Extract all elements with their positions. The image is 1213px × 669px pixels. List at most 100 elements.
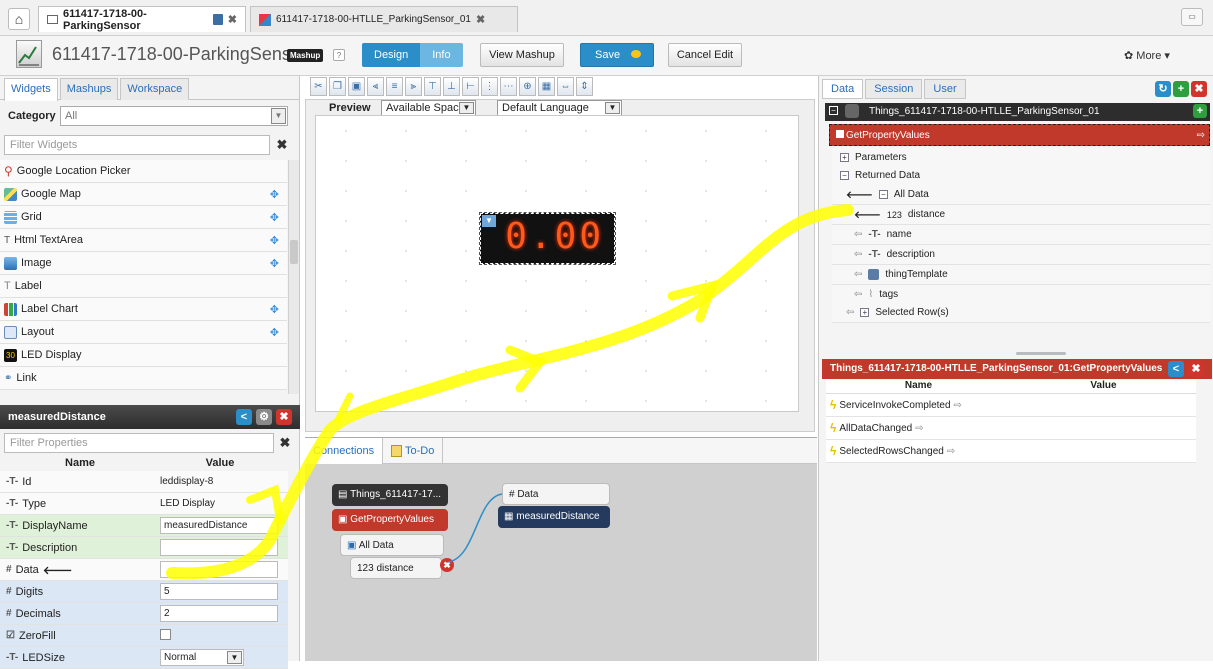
clear-filter-icon[interactable]: ✖: [277, 435, 293, 451]
distribute-v-icon[interactable]: ⋯: [500, 77, 517, 96]
tree-item-returned[interactable]: − Returned Data: [832, 166, 1210, 186]
description-field[interactable]: [160, 539, 278, 556]
table-row[interactable]: ϟ SelectedRowsChanged ⇨: [826, 440, 1196, 463]
table-row[interactable]: -T- DisplayName measuredDistance: [0, 515, 288, 537]
table-row[interactable]: -T- Description: [0, 537, 288, 559]
list-item[interactable]: ⚭ Link: [0, 367, 287, 390]
move-icon[interactable]: ✥: [270, 188, 279, 201]
tab-thing[interactable]: 611417-1718-00-HTLLE_ParkingSensor_01 ✖: [250, 6, 518, 32]
arrow-right-icon[interactable]: ⇨: [947, 446, 955, 457]
tree-item-selected[interactable]: ⇦ + Selected Row(s): [832, 303, 1210, 323]
gear-icon[interactable]: ⚙: [256, 409, 272, 425]
close-icon[interactable]: ✖: [1188, 361, 1204, 377]
expand-icon[interactable]: +: [840, 153, 849, 162]
collapse-icon[interactable]: −: [829, 106, 838, 115]
collapse-icon[interactable]: −: [878, 190, 888, 199]
tree-item-description[interactable]: ⇦ -T-description: [832, 245, 1210, 265]
refresh-icon[interactable]: ↻: [1155, 81, 1171, 97]
paste-icon[interactable]: ▣: [348, 77, 365, 96]
list-item[interactable]: Layout ✥: [0, 321, 287, 344]
collapse-icon[interactable]: [836, 130, 844, 138]
add-icon[interactable]: +: [1173, 81, 1189, 97]
tab-mashups[interactable]: Mashups: [59, 78, 119, 100]
info-button[interactable]: Info: [420, 43, 463, 67]
category-select[interactable]: All ▼: [60, 106, 288, 126]
tab-user[interactable]: User: [924, 79, 966, 99]
center-icon[interactable]: ⊕: [519, 77, 536, 96]
tab-mashup[interactable]: 611417-1718-00-ParkingSensor ✖: [38, 6, 246, 32]
align-center-icon[interactable]: ≡: [386, 77, 403, 96]
close-tab-icon[interactable]: ✖: [228, 13, 237, 26]
arrow-right-icon[interactable]: ⇨: [1197, 125, 1205, 147]
list-item[interactable]: 30 LED Display: [0, 344, 287, 367]
table-row[interactable]: -T- Id leddisplay-8: [0, 471, 288, 493]
language-select[interactable]: Default Language ▼: [497, 100, 622, 116]
tree-item-distance[interactable]: 🡐 123 distance: [832, 205, 1210, 225]
table-row[interactable]: # Digits 5: [0, 581, 288, 603]
led-display-widget[interactable]: ▼ 0.00: [479, 212, 616, 265]
table-row[interactable]: -T- Type LED Display: [0, 493, 288, 515]
more-menu[interactable]: ✿ More ▾: [1124, 49, 1170, 62]
collapse-icon[interactable]: −: [840, 171, 849, 180]
copy-icon[interactable]: ❐: [329, 77, 346, 96]
table-row[interactable]: ☑ ZeroFill: [0, 625, 288, 647]
tab-widgets[interactable]: Widgets: [4, 78, 58, 101]
tree-item-name[interactable]: ⇦ -T-name: [832, 225, 1210, 245]
arrow-right-icon[interactable]: ⇨: [954, 400, 962, 411]
arrow-left-outline-icon[interactable]: ⇦: [846, 307, 854, 318]
arrow-left-outline-icon[interactable]: ⇦: [854, 269, 862, 280]
table-row[interactable]: # Decimals 2: [0, 603, 288, 625]
arrow-right-icon[interactable]: ⇨: [915, 423, 923, 434]
data-target-node[interactable]: # Data: [502, 483, 610, 505]
same-height-icon[interactable]: ⇕: [576, 77, 593, 96]
clear-filter-icon[interactable]: ✖: [274, 137, 290, 153]
list-item[interactable]: Grid ✥: [0, 206, 287, 229]
table-row[interactable]: ϟ AllDataChanged ⇨: [826, 417, 1196, 440]
filter-widgets-input[interactable]: Filter Widgets: [4, 135, 270, 155]
tab-workspace[interactable]: Workspace: [120, 78, 190, 100]
distance-node[interactable]: 123 distance: [350, 557, 442, 579]
arrow-left-outline-icon[interactable]: ⇦: [854, 289, 862, 300]
data-field[interactable]: [160, 561, 278, 578]
align-middle-icon[interactable]: ⊥: [443, 77, 460, 96]
move-icon[interactable]: ✥: [270, 234, 279, 247]
list-item[interactable]: ⚲ Google Location Picker: [0, 160, 287, 183]
tree-item-parameters[interactable]: + Parameters: [832, 148, 1210, 168]
tree-item-tags[interactable]: ⇦ ⌇ tags: [832, 285, 1210, 305]
arrow-left-outline-icon[interactable]: ⇦: [854, 249, 862, 260]
align-right-icon[interactable]: ⫸: [405, 77, 422, 96]
list-item[interactable]: Label Chart ✥: [0, 298, 287, 321]
window-menu-icon[interactable]: ▭: [1181, 8, 1203, 26]
expand-icon[interactable]: +: [860, 308, 870, 317]
ledsize-select[interactable]: Normal ▼: [160, 649, 244, 666]
arrow-left-icon[interactable]: 🡐: [846, 189, 873, 201]
displayname-field[interactable]: measuredDistance: [160, 517, 278, 534]
close-tab-icon[interactable]: ✖: [476, 13, 485, 26]
list-item[interactable]: Google Map ✥: [0, 183, 287, 206]
move-icon[interactable]: ✥: [270, 257, 279, 270]
digits-field[interactable]: 5: [160, 583, 278, 600]
thing-node[interactable]: ▤ Things_611417-17...: [332, 484, 448, 506]
save-button[interactable]: Save: [580, 43, 654, 67]
table-row[interactable]: -T- LEDSize Normal ▼: [0, 647, 288, 669]
splitter-handle[interactable]: [1016, 352, 1066, 355]
thing-header[interactable]: Things_611417-1718-00-HTLLE_ParkingSenso…: [825, 103, 1210, 121]
cancel-edit-button[interactable]: Cancel Edit: [668, 43, 742, 67]
list-item[interactable]: T Label: [0, 275, 287, 298]
cut-icon[interactable]: ✂: [310, 77, 327, 96]
same-width-icon[interactable]: ⇔: [557, 77, 574, 96]
share-icon[interactable]: <: [1168, 361, 1184, 377]
widget-menu-icon[interactable]: ▼: [482, 215, 496, 227]
arrow-left-icon[interactable]: 🡐: [854, 209, 881, 221]
alldata-node[interactable]: ▣ All Data: [340, 534, 444, 556]
close-icon[interactable]: ✖: [276, 409, 292, 425]
move-icon[interactable]: ✥: [270, 211, 279, 224]
tab-data[interactable]: Data: [822, 79, 864, 99]
tree-item-alldata[interactable]: 🡐 − All Data: [832, 185, 1210, 205]
design-button[interactable]: Design: [362, 43, 421, 67]
list-item[interactable]: Image ✥: [0, 252, 287, 275]
tab-todo[interactable]: To-Do: [383, 438, 444, 464]
filter-properties-input[interactable]: Filter Properties: [4, 433, 274, 453]
distribute-icon[interactable]: ⋮: [481, 77, 498, 96]
align-bottom-icon[interactable]: ⊢: [462, 77, 479, 96]
